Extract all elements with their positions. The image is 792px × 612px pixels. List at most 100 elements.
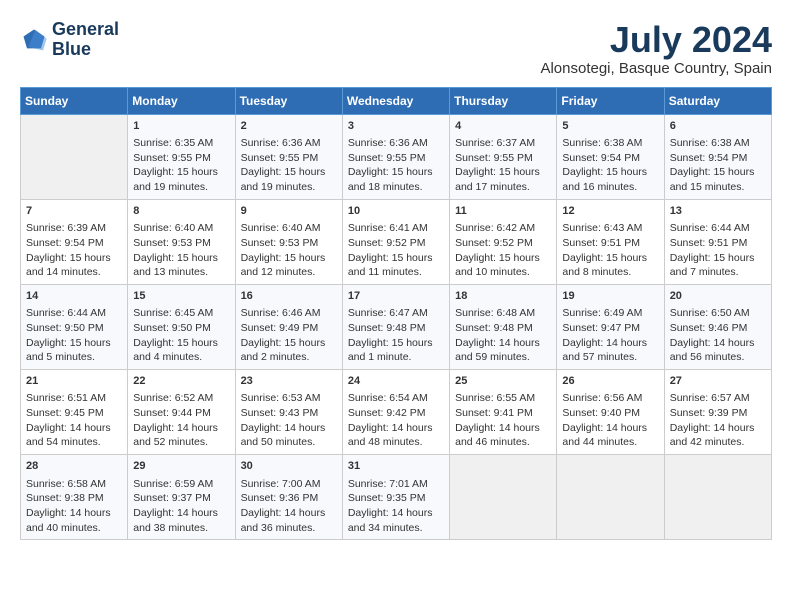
day-number: 11 xyxy=(455,204,551,219)
sunrise-line: Sunrise: 6:53 AM xyxy=(241,392,321,404)
weekday-header-wednesday: Wednesday xyxy=(342,87,449,114)
sunset-line: Sunset: 9:54 PM xyxy=(670,152,748,164)
sunrise-line: Sunrise: 6:40 AM xyxy=(241,222,321,234)
sunset-line: Sunset: 9:53 PM xyxy=(133,237,211,249)
calendar-cell: 10 Sunrise: 6:41 AM Sunset: 9:52 PM Dayl… xyxy=(342,199,449,284)
daylight-line2: and 14 minutes. xyxy=(26,266,101,278)
calendar-cell: 2 Sunrise: 6:36 AM Sunset: 9:55 PM Dayli… xyxy=(235,114,342,199)
daylight-line1: Daylight: 14 hours xyxy=(241,507,326,519)
sunset-line: Sunset: 9:54 PM xyxy=(562,152,640,164)
daylight-line1: Daylight: 15 hours xyxy=(26,337,111,349)
weekday-header-saturday: Saturday xyxy=(664,87,771,114)
sunrise-line: Sunrise: 6:51 AM xyxy=(26,392,106,404)
sunrise-line: Sunrise: 6:46 AM xyxy=(241,307,321,319)
daylight-line2: and 19 minutes. xyxy=(241,181,316,193)
sunrise-line: Sunrise: 6:48 AM xyxy=(455,307,535,319)
calendar-cell: 12 Sunrise: 6:43 AM Sunset: 9:51 PM Dayl… xyxy=(557,199,664,284)
weekday-header-thursday: Thursday xyxy=(450,87,557,114)
day-number: 4 xyxy=(455,119,551,134)
weekday-header-monday: Monday xyxy=(128,87,235,114)
sunrise-line: Sunrise: 6:56 AM xyxy=(562,392,642,404)
day-number: 18 xyxy=(455,289,551,304)
daylight-line1: Daylight: 14 hours xyxy=(670,422,755,434)
weekday-header-sunday: Sunday xyxy=(21,87,128,114)
calendar-cell: 25 Sunrise: 6:55 AM Sunset: 9:41 PM Dayl… xyxy=(450,370,557,455)
daylight-line2: and 8 minutes. xyxy=(562,266,631,278)
daylight-line1: Daylight: 14 hours xyxy=(455,337,540,349)
sunset-line: Sunset: 9:35 PM xyxy=(348,492,426,504)
calendar-cell: 9 Sunrise: 6:40 AM Sunset: 9:53 PM Dayli… xyxy=(235,199,342,284)
sunrise-line: Sunrise: 6:36 AM xyxy=(348,137,428,149)
calendar-cell: 20 Sunrise: 6:50 AM Sunset: 9:46 PM Dayl… xyxy=(664,284,771,369)
sunset-line: Sunset: 9:48 PM xyxy=(455,322,533,334)
calendar-cell: 7 Sunrise: 6:39 AM Sunset: 9:54 PM Dayli… xyxy=(21,199,128,284)
sunrise-line: Sunrise: 6:36 AM xyxy=(241,137,321,149)
daylight-line2: and 17 minutes. xyxy=(455,181,530,193)
daylight-line1: Daylight: 14 hours xyxy=(562,337,647,349)
sunrise-line: Sunrise: 6:59 AM xyxy=(133,478,213,490)
sunset-line: Sunset: 9:55 PM xyxy=(348,152,426,164)
sunrise-line: Sunrise: 6:57 AM xyxy=(670,392,750,404)
daylight-line1: Daylight: 14 hours xyxy=(26,422,111,434)
weekday-header-tuesday: Tuesday xyxy=(235,87,342,114)
sunset-line: Sunset: 9:53 PM xyxy=(241,237,319,249)
calendar-cell: 29 Sunrise: 6:59 AM Sunset: 9:37 PM Dayl… xyxy=(128,455,235,540)
daylight-line1: Daylight: 15 hours xyxy=(348,337,433,349)
daylight-line1: Daylight: 15 hours xyxy=(562,252,647,264)
daylight-line2: and 42 minutes. xyxy=(670,436,745,448)
sunrise-line: Sunrise: 6:49 AM xyxy=(562,307,642,319)
sunrise-line: Sunrise: 6:45 AM xyxy=(133,307,213,319)
sunset-line: Sunset: 9:43 PM xyxy=(241,407,319,419)
calendar-cell: 1 Sunrise: 6:35 AM Sunset: 9:55 PM Dayli… xyxy=(128,114,235,199)
daylight-line1: Daylight: 15 hours xyxy=(455,166,540,178)
day-number: 14 xyxy=(26,289,122,304)
daylight-line2: and 52 minutes. xyxy=(133,436,208,448)
daylight-line1: Daylight: 14 hours xyxy=(348,422,433,434)
day-number: 21 xyxy=(26,374,122,389)
daylight-line2: and 12 minutes. xyxy=(241,266,316,278)
calendar-cell xyxy=(664,455,771,540)
month-title: July 2024 xyxy=(540,20,772,60)
day-number: 27 xyxy=(670,374,766,389)
sunset-line: Sunset: 9:51 PM xyxy=(670,237,748,249)
sunrise-line: Sunrise: 6:58 AM xyxy=(26,478,106,490)
daylight-line1: Daylight: 14 hours xyxy=(455,422,540,434)
sunset-line: Sunset: 9:54 PM xyxy=(26,237,104,249)
day-number: 5 xyxy=(562,119,658,134)
daylight-line1: Daylight: 15 hours xyxy=(241,252,326,264)
daylight-line2: and 50 minutes. xyxy=(241,436,316,448)
sunrise-line: Sunrise: 6:54 AM xyxy=(348,392,428,404)
daylight-line1: Daylight: 15 hours xyxy=(670,166,755,178)
sunrise-line: Sunrise: 6:47 AM xyxy=(348,307,428,319)
calendar-table: SundayMondayTuesdayWednesdayThursdayFrid… xyxy=(20,87,772,541)
calendar-cell: 26 Sunrise: 6:56 AM Sunset: 9:40 PM Dayl… xyxy=(557,370,664,455)
daylight-line1: Daylight: 14 hours xyxy=(133,422,218,434)
calendar-cell: 11 Sunrise: 6:42 AM Sunset: 9:52 PM Dayl… xyxy=(450,199,557,284)
day-number: 2 xyxy=(241,119,337,134)
daylight-line1: Daylight: 15 hours xyxy=(670,252,755,264)
daylight-line1: Daylight: 15 hours xyxy=(562,166,647,178)
sunset-line: Sunset: 9:51 PM xyxy=(562,237,640,249)
daylight-line1: Daylight: 15 hours xyxy=(26,252,111,264)
sunset-line: Sunset: 9:39 PM xyxy=(670,407,748,419)
daylight-line1: Daylight: 15 hours xyxy=(241,166,326,178)
daylight-line2: and 4 minutes. xyxy=(133,351,202,363)
daylight-line2: and 36 minutes. xyxy=(241,522,316,534)
calendar-cell: 21 Sunrise: 6:51 AM Sunset: 9:45 PM Dayl… xyxy=(21,370,128,455)
calendar-cell: 18 Sunrise: 6:48 AM Sunset: 9:48 PM Dayl… xyxy=(450,284,557,369)
sunset-line: Sunset: 9:48 PM xyxy=(348,322,426,334)
day-number: 24 xyxy=(348,374,444,389)
day-number: 22 xyxy=(133,374,229,389)
daylight-line1: Daylight: 15 hours xyxy=(241,337,326,349)
calendar-cell: 27 Sunrise: 6:57 AM Sunset: 9:39 PM Dayl… xyxy=(664,370,771,455)
calendar-cell: 3 Sunrise: 6:36 AM Sunset: 9:55 PM Dayli… xyxy=(342,114,449,199)
calendar-week-row: 14 Sunrise: 6:44 AM Sunset: 9:50 PM Dayl… xyxy=(21,284,772,369)
daylight-line2: and 5 minutes. xyxy=(26,351,95,363)
sunrise-line: Sunrise: 6:38 AM xyxy=(670,137,750,149)
day-number: 23 xyxy=(241,374,337,389)
sunrise-line: Sunrise: 6:41 AM xyxy=(348,222,428,234)
calendar-cell xyxy=(21,114,128,199)
sunset-line: Sunset: 9:47 PM xyxy=(562,322,640,334)
sunset-line: Sunset: 9:50 PM xyxy=(133,322,211,334)
day-number: 6 xyxy=(670,119,766,134)
